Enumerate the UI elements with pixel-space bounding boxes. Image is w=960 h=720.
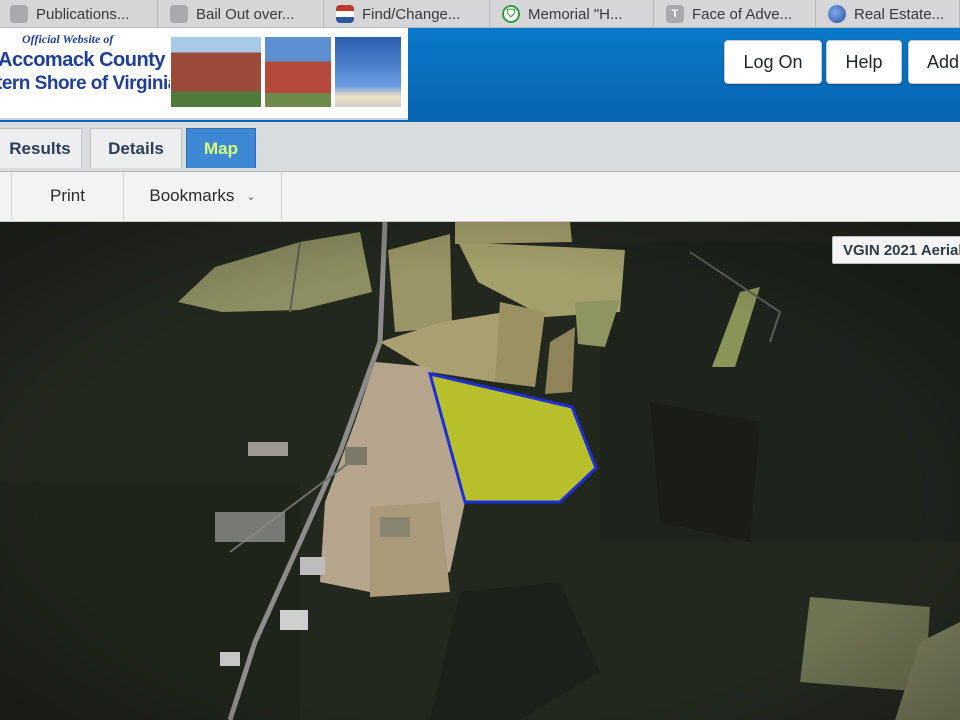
browser-tab-label: Publications...	[36, 5, 130, 23]
aerial-imagery	[0, 222, 960, 720]
browser-tab-label: Find/Change...	[362, 5, 461, 23]
browser-tab-bail-out[interactable]: Bail Out over...	[160, 0, 324, 28]
document-icon	[10, 5, 28, 23]
church-photo	[264, 36, 332, 108]
log-on-button[interactable]: Log On	[724, 40, 822, 84]
logo-subtitle: Official Website of	[22, 32, 114, 46]
courthouse-photo	[170, 36, 262, 108]
chevron-down-icon: ⌄	[246, 190, 256, 203]
aerial-map[interactable]	[0, 222, 960, 720]
tab-details[interactable]: Details	[90, 128, 182, 168]
browser-tab-memorial[interactable]: ⛉ Memorial "H...	[492, 0, 654, 28]
view-tab-bar: Results Details Map	[0, 122, 960, 172]
add-button[interactable]: Add	[908, 40, 960, 84]
site-header: Official Website of Accomack County tern…	[0, 28, 960, 126]
map-toolbar: Print Bookmarks ⌄	[0, 172, 960, 222]
basemap-label: VGIN 2021 Aerial	[832, 236, 960, 264]
toolbar-divider	[0, 172, 12, 220]
browser-tab-label: Memorial "H...	[528, 5, 623, 23]
print-button[interactable]: Print	[12, 172, 124, 220]
browser-tab-label: Face of Adve...	[692, 5, 793, 23]
letter-t-icon: T	[666, 5, 684, 23]
browser-tab-publications[interactable]: Publications...	[0, 0, 158, 28]
tab-results[interactable]: Results	[0, 128, 82, 168]
rocket-launch-photo	[334, 36, 402, 108]
shield-icon: ⛉	[502, 5, 520, 23]
globe-icon	[828, 5, 846, 23]
print-label: Print	[50, 186, 85, 205]
bookmarks-label: Bookmarks	[149, 186, 235, 205]
bookmarks-dropdown[interactable]: Bookmarks ⌄	[124, 172, 282, 220]
browser-tab-label: Bail Out over...	[196, 5, 295, 23]
basemap-label-text: VGIN 2021 Aerial	[843, 241, 960, 259]
browser-tab-real-estate[interactable]: Real Estate...	[818, 0, 960, 28]
help-button[interactable]: Help	[826, 40, 902, 84]
browser-tab-find-change[interactable]: Find/Change...	[326, 0, 490, 28]
flag-icon	[336, 5, 354, 23]
document-icon	[170, 5, 188, 23]
logo-county-name: Accomack County	[0, 49, 166, 71]
tab-map[interactable]: Map	[186, 128, 256, 168]
browser-tab-strip: Publications... Bail Out over... Find/Ch…	[0, 0, 960, 28]
logo-region-name: tern Shore of Virginia	[0, 73, 178, 94]
browser-tab-face-of-adve[interactable]: T Face of Adve...	[656, 0, 816, 28]
browser-tab-label: Real Estate...	[854, 5, 945, 23]
county-logo[interactable]: Official Website of Accomack County tern…	[0, 28, 408, 120]
